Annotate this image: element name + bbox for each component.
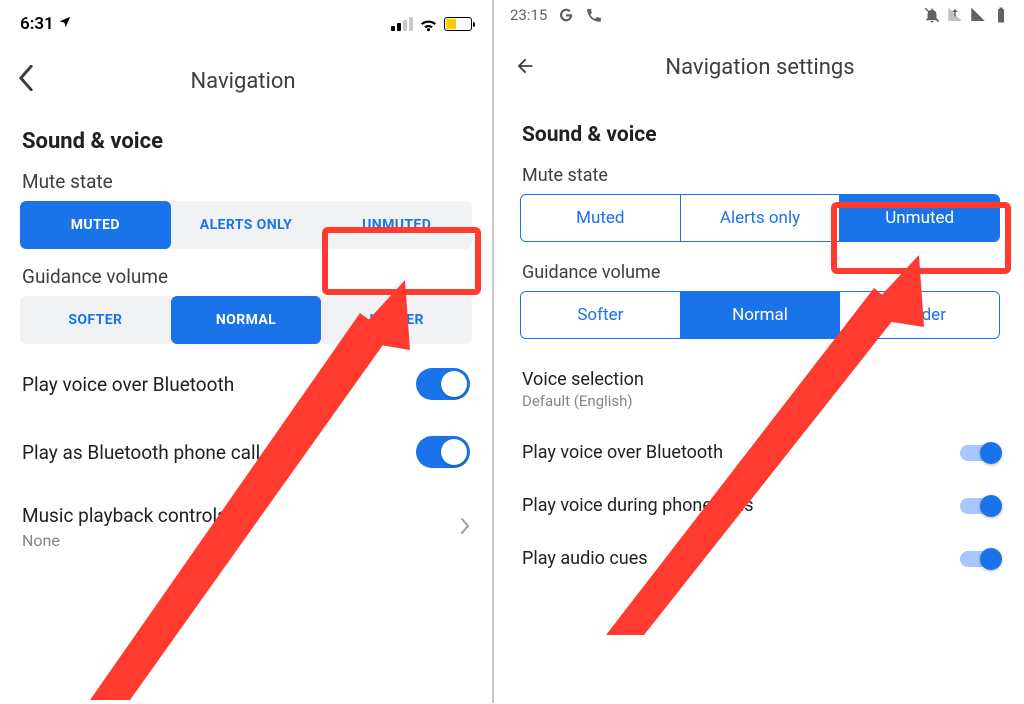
wifi-icon — [419, 17, 438, 32]
bell-off-icon — [923, 6, 941, 24]
page-title: Navigation — [42, 69, 444, 94]
mute-state-label: Mute state — [496, 159, 1024, 194]
google-icon — [557, 6, 575, 24]
row-audio-cues[interactable]: Play audio cues — [496, 532, 1024, 585]
signal-down-icon — [946, 6, 964, 24]
guidance-option-normal[interactable]: NORMAL — [171, 296, 322, 344]
guidance-option-normal[interactable]: Normal — [680, 292, 840, 338]
row-music-playback[interactable]: Music playback controls None — [0, 486, 492, 550]
mute-state-option-muted[interactable]: Muted — [521, 195, 680, 241]
mute-state-option-alerts[interactable]: ALERTS ONLY — [171, 201, 322, 249]
toggle-switch[interactable] — [960, 551, 998, 567]
signal-icon — [969, 6, 987, 24]
row-value: None — [22, 531, 227, 550]
row-voice-selection[interactable]: Voice selection Default (English) — [496, 353, 1024, 426]
ios-header: Navigation — [0, 40, 492, 111]
guidance-option-louder[interactable]: Louder — [839, 292, 999, 338]
row-label: Voice selection — [522, 369, 998, 390]
battery-full-icon — [992, 6, 1010, 24]
status-time-group: 6:31 — [20, 14, 72, 34]
toggle-switch[interactable] — [416, 368, 470, 400]
row-label: Play audio cues — [522, 548, 648, 569]
toggle-switch[interactable] — [960, 498, 998, 514]
mute-state-label: Mute state — [0, 160, 492, 201]
location-arrow-icon — [58, 14, 72, 34]
mute-state-option-muted[interactable]: MUTED — [20, 201, 171, 249]
status-time: 23:15 — [510, 6, 547, 24]
ios-screen: 6:31 Navigation Sound & voice Mute state… — [0, 0, 494, 703]
toggle-switch[interactable] — [416, 436, 470, 468]
android-status-bar: 23:15 — [496, 0, 1024, 26]
back-button[interactable] — [18, 60, 42, 103]
android-screen: 23:15 Navigation settings Sound & voice … — [496, 0, 1024, 703]
mute-state-option-unmuted[interactable]: Unmuted — [839, 195, 999, 241]
row-bluetooth-call[interactable]: Play as Bluetooth phone call — [0, 418, 492, 486]
guidance-option-louder[interactable]: LOUDER — [321, 296, 472, 344]
row-value: Default (English) — [522, 392, 998, 410]
phone-icon — [585, 6, 603, 24]
page-title: Navigation settings — [544, 55, 1006, 80]
guidance-volume-label: Guidance volume — [0, 255, 492, 296]
row-label: Play voice during phone calls — [522, 495, 754, 516]
mute-state-segmented: Muted Alerts only Unmuted — [520, 194, 1000, 242]
row-bluetooth-voice[interactable]: Play voice over Bluetooth — [0, 350, 492, 418]
row-bluetooth-voice[interactable]: Play voice over Bluetooth — [496, 426, 1024, 479]
row-label: Play voice over Bluetooth — [22, 373, 234, 396]
cell-signal-icon — [391, 17, 413, 31]
section-heading: Sound & voice — [496, 97, 1024, 159]
chevron-right-icon — [460, 515, 470, 540]
row-label: Play as Bluetooth phone call — [22, 441, 260, 464]
mute-state-segmented: MUTED ALERTS ONLY UNMUTED — [20, 201, 472, 249]
status-time: 6:31 — [20, 14, 54, 34]
toggle-switch[interactable] — [960, 445, 998, 461]
back-button[interactable] — [514, 46, 544, 89]
guidance-option-softer[interactable]: SOFTER — [20, 296, 171, 344]
row-label: Music playback controls — [22, 504, 227, 527]
guidance-volume-label: Guidance volume — [496, 256, 1024, 291]
battery-icon — [444, 17, 472, 31]
section-heading: Sound & voice — [0, 111, 492, 160]
guidance-option-softer[interactable]: Softer — [521, 292, 680, 338]
row-label: Play voice over Bluetooth — [522, 442, 723, 463]
guidance-volume-segmented: Softer Normal Louder — [520, 291, 1000, 339]
android-header: Navigation settings — [496, 26, 1024, 97]
ios-status-bar: 6:31 — [0, 0, 492, 40]
row-voice-during-calls[interactable]: Play voice during phone calls — [496, 479, 1024, 532]
mute-state-option-alerts[interactable]: Alerts only — [680, 195, 840, 241]
guidance-volume-segmented: SOFTER NORMAL LOUDER — [20, 296, 472, 344]
mute-state-option-unmuted[interactable]: UNMUTED — [321, 201, 472, 249]
